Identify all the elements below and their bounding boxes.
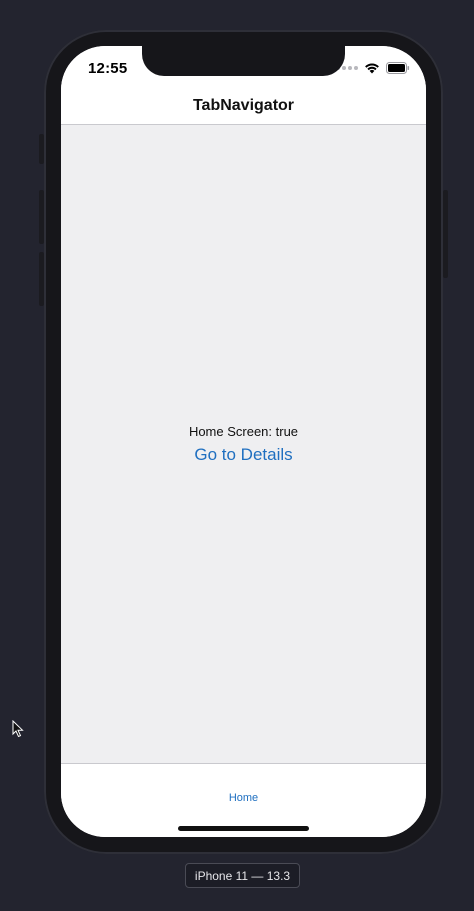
simulator-device-label: iPhone 11 — 13.3	[185, 863, 300, 888]
header-title: TabNavigator	[192, 97, 295, 114]
power-button	[443, 190, 448, 278]
status-time: 12:55	[88, 60, 128, 77]
tab-bar: Home	[61, 763, 426, 837]
status-icons	[336, 62, 410, 74]
wifi-icon	[365, 63, 379, 74]
navigation-header: TabNavigator	[61, 90, 426, 125]
mouse-pointer-icon	[12, 720, 24, 738]
home-screen-status-text: Home Screen: true	[188, 423, 299, 439]
tab-home[interactable]: Home	[61, 792, 426, 804]
battery-icon	[386, 62, 410, 74]
device-notch	[142, 46, 345, 76]
home-screen-content: Home Screen: true Go to Details	[61, 125, 426, 763]
desktop: 12:55 TabNavigator Home Screen: true Go …	[0, 0, 474, 911]
go-to-details-button[interactable]: Go to Details	[194, 445, 292, 465]
home-indicator	[178, 826, 309, 831]
device-screen: 12:55 TabNavigator Home Screen: true Go …	[61, 46, 426, 837]
